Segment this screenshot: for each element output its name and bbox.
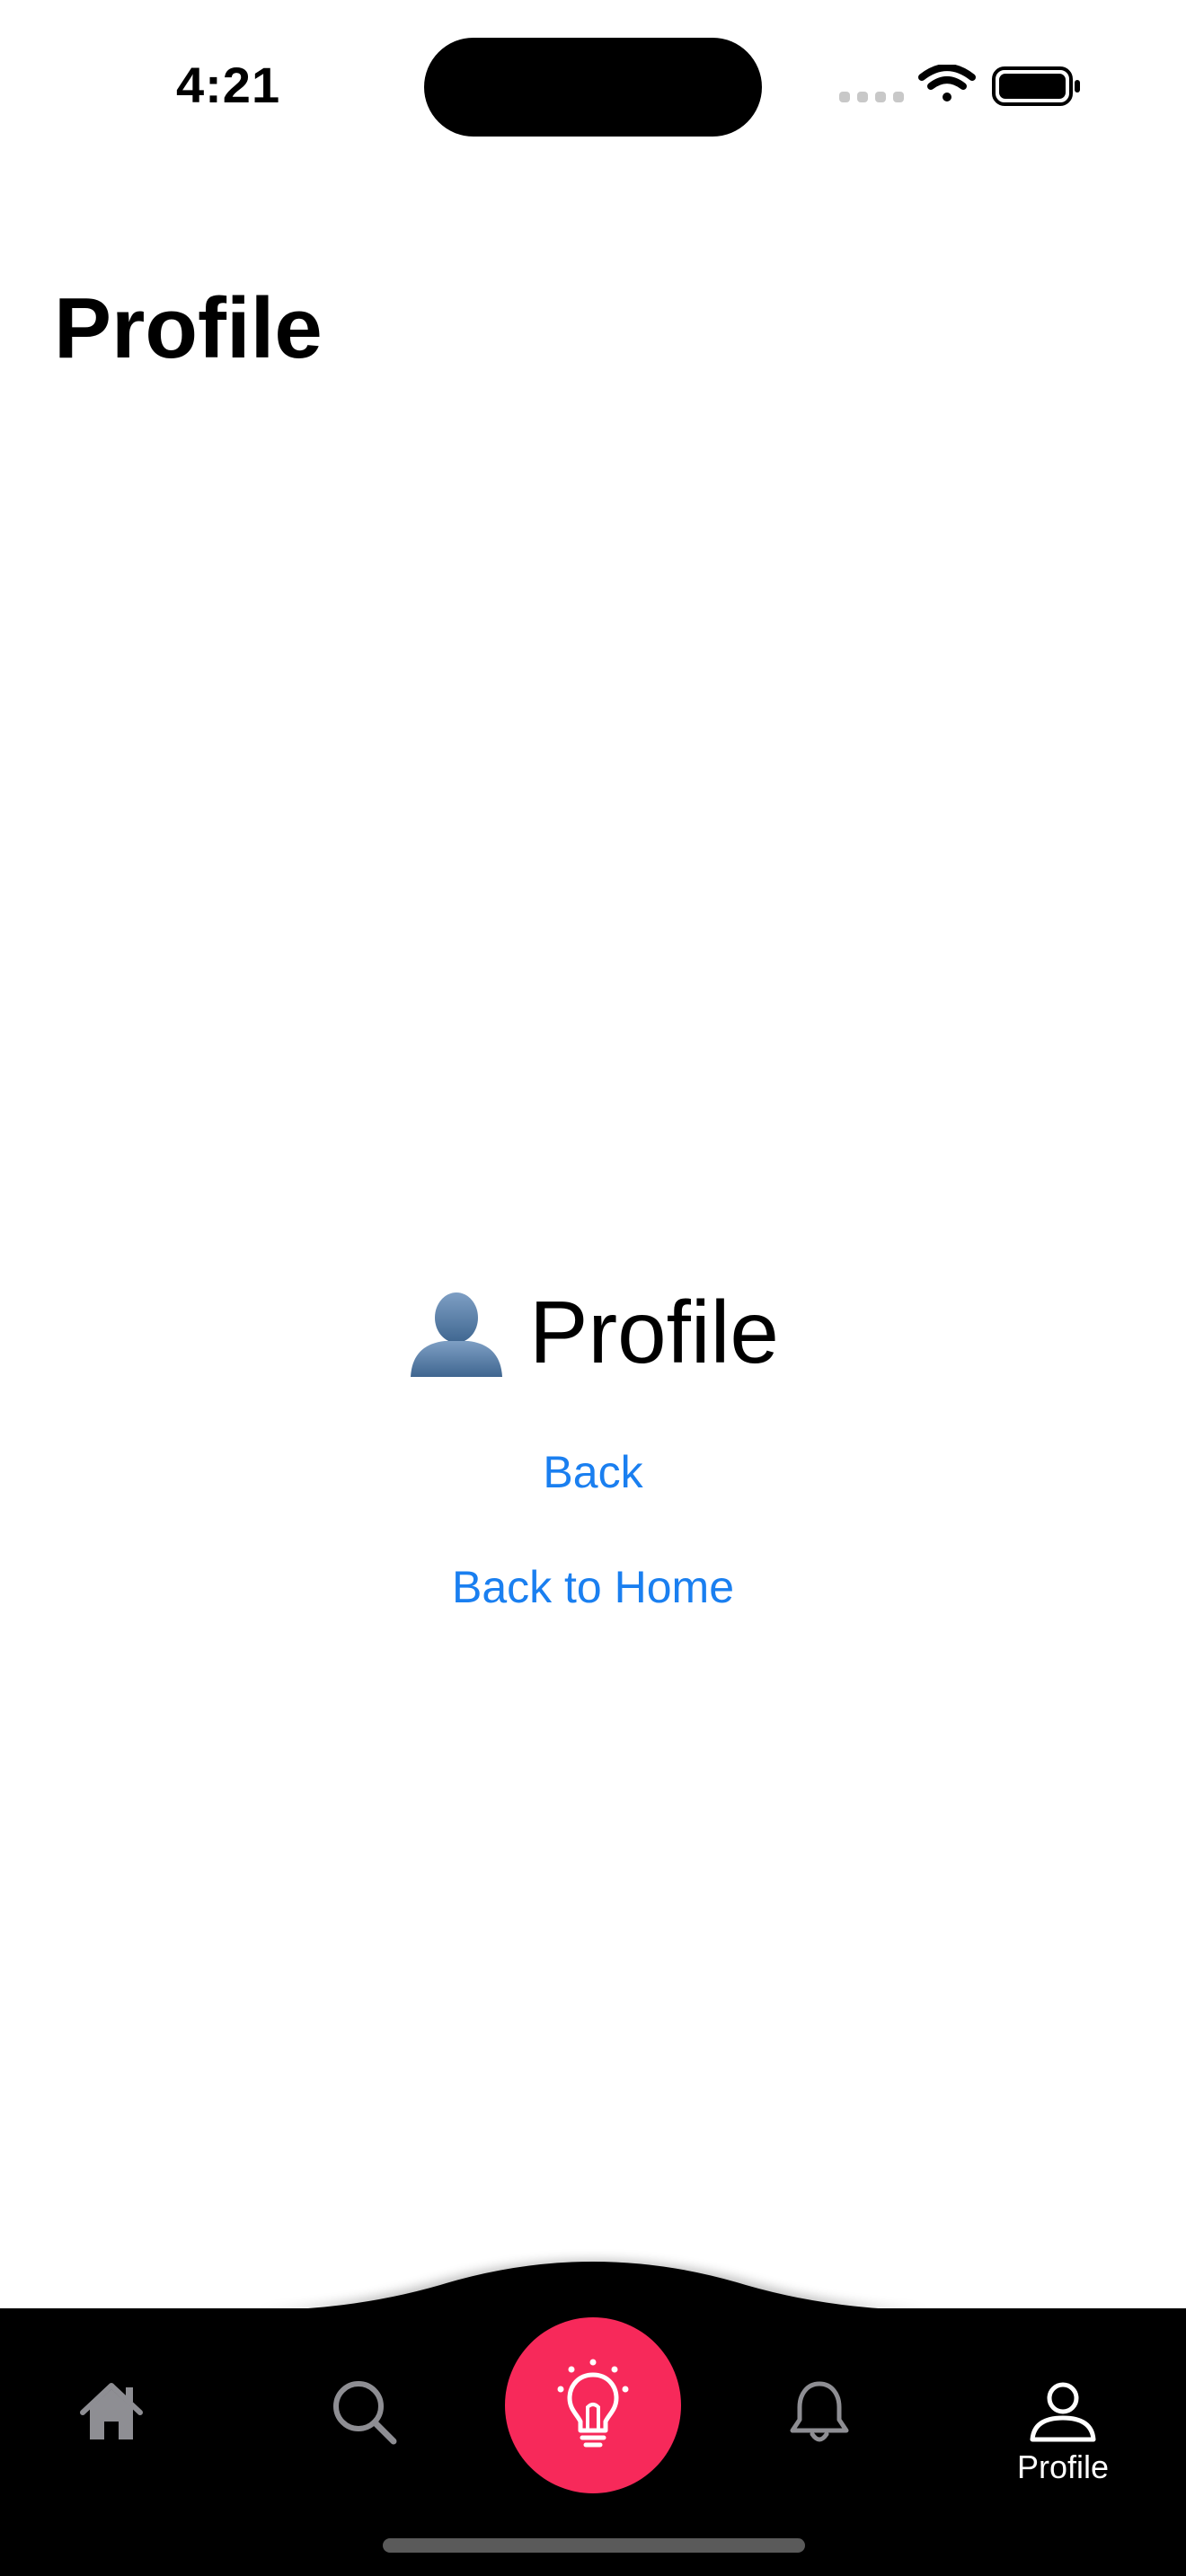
person-icon [1030,2382,1096,2442]
bust-in-silhouette-icon [411,1292,503,1377]
magnifier-icon [333,2381,397,2445]
bell-icon [790,2381,849,2442]
tab-profile-label: Profile [1017,2448,1110,2485]
cellular-signal-icon [839,92,904,102]
status-time: 4:21 [176,57,281,113]
status-icons [839,65,1080,106]
lightbulb-icon [557,2359,629,2448]
profile-heading: Profile [0,1283,1186,1381]
tab-bar-curve [0,2260,1186,2317]
ideas-fab-button[interactable] [505,2317,681,2493]
profile-screen: 4:21 Profile Profile Back Back to Home P… [0,0,1186,2576]
battery-icon [992,66,1080,106]
profile-heading-label: Profile [529,1283,779,1381]
page-title: Profile [54,280,323,376]
back-link[interactable]: Back [0,1450,1186,1495]
tab-notifications[interactable] [787,2378,852,2447]
dynamic-island [424,38,762,137]
wifi-icon [918,65,976,101]
home-indicator [383,2538,805,2553]
tab-search[interactable] [331,2378,399,2447]
house-icon [80,2383,143,2439]
tab-home[interactable] [79,2380,144,2443]
tab-profile[interactable]: Profile [1017,2380,1109,2486]
back-to-home-link[interactable]: Back to Home [0,1565,1186,1610]
